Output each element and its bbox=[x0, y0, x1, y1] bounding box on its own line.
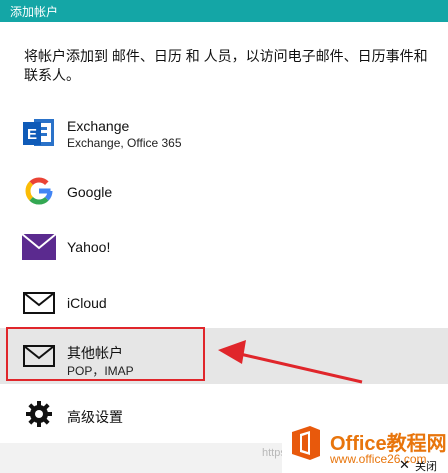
close-button[interactable]: ✕ 关闭 bbox=[397, 457, 448, 473]
google-icon bbox=[22, 174, 56, 208]
title-bar: 添加帐户 bbox=[0, 0, 448, 22]
account-name: Exchange bbox=[67, 118, 130, 134]
yahoo-mail-icon bbox=[22, 230, 56, 264]
gear-icon bbox=[22, 397, 56, 431]
description-text: 将帐户添加到 邮件、日历 和 人员，以访问电子邮件、日历事件和联系人。 bbox=[24, 48, 428, 83]
close-icon: ✕ bbox=[399, 457, 410, 472]
account-option-icloud[interactable]: iCloud bbox=[0, 272, 448, 334]
svg-text:E: E bbox=[27, 126, 37, 143]
mail-envelope-icon bbox=[22, 286, 56, 320]
office-logo-icon bbox=[292, 426, 320, 460]
account-sub: Exchange, Office 365 bbox=[67, 136, 182, 150]
close-label: 关闭 bbox=[415, 461, 437, 473]
window-title: 添加帐户 bbox=[10, 5, 59, 19]
account-option-google[interactable]: Google bbox=[0, 160, 448, 222]
account-option-exchange[interactable]: E Exchange Exchange, Office 365 bbox=[0, 102, 448, 164]
account-name: Yahoo! bbox=[67, 239, 111, 255]
account-name: iCloud bbox=[67, 295, 107, 311]
account-option-yahoo[interactable]: Yahoo! bbox=[0, 216, 448, 278]
exchange-icon: E bbox=[22, 116, 56, 150]
advanced-settings-label: 高级设置 bbox=[67, 409, 123, 425]
account-name: Google bbox=[67, 184, 113, 200]
highlight-box bbox=[6, 327, 205, 381]
